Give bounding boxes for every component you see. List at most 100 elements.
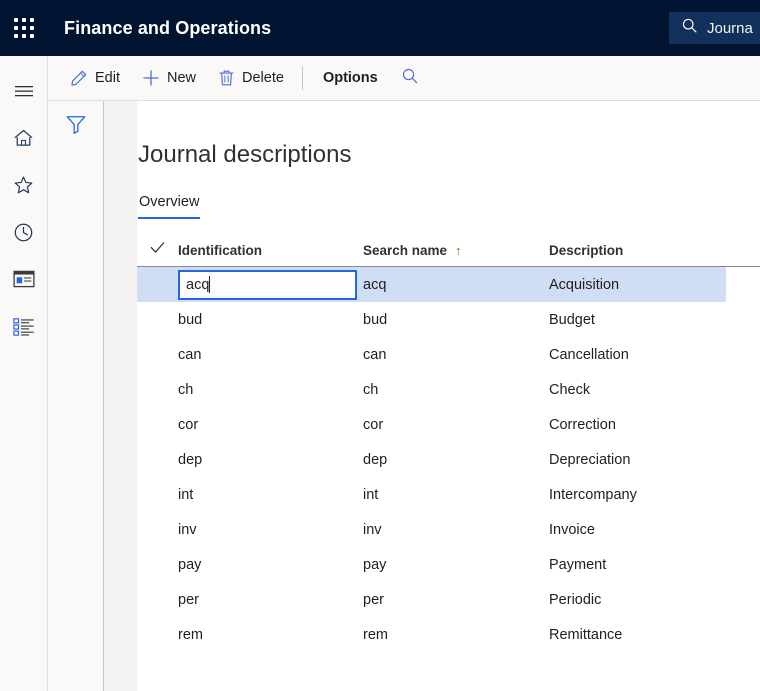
sidebar-item-recent[interactable] bbox=[0, 211, 47, 258]
table-row[interactable]: dep dep Depreciation bbox=[137, 442, 760, 477]
column-header-search-name-label: Search name bbox=[363, 242, 448, 258]
grid-header-row: Identification Search name ↑ Description bbox=[137, 234, 760, 267]
waffle-dot bbox=[30, 34, 34, 38]
plus-icon bbox=[142, 69, 160, 87]
page-content: Journal descriptions Overview Identifica… bbox=[104, 101, 760, 691]
options-button[interactable]: Options bbox=[313, 62, 388, 94]
search-name-cell[interactable]: bud bbox=[363, 312, 549, 328]
description-cell[interactable]: Invoice bbox=[549, 522, 760, 538]
modules-icon bbox=[12, 317, 35, 341]
column-header-identification[interactable]: Identification bbox=[178, 243, 363, 258]
table-row[interactable]: bud bud Budget bbox=[137, 302, 760, 337]
description-cell[interactable]: Intercompany bbox=[549, 487, 760, 503]
description-cell[interactable]: Remittance bbox=[549, 627, 760, 643]
description-cell[interactable]: Payment bbox=[549, 557, 760, 573]
new-button-label: New bbox=[167, 70, 197, 86]
search-name-cell[interactable]: dep bbox=[363, 452, 549, 468]
edit-button[interactable]: Edit bbox=[60, 62, 130, 94]
description-cell[interactable]: Depreciation bbox=[549, 452, 760, 468]
table-row[interactable]: rem rem Remittance bbox=[137, 617, 760, 652]
table-row[interactable]: inv inv Invoice bbox=[137, 512, 760, 547]
table-row[interactable]: ch ch Check bbox=[137, 372, 760, 407]
search-name-cell[interactable]: rem bbox=[363, 627, 549, 643]
waffle-dot bbox=[30, 18, 34, 22]
identification-cell[interactable]: rem bbox=[178, 627, 363, 643]
workspaces-icon bbox=[12, 270, 35, 293]
delete-button[interactable]: Delete bbox=[208, 62, 294, 94]
select-all-checkmark[interactable] bbox=[137, 241, 178, 259]
identification-cell[interactable]: bud bbox=[178, 312, 363, 328]
sidebar-item-menu[interactable] bbox=[0, 70, 47, 117]
table-row[interactable]: pay pay Payment bbox=[137, 547, 760, 582]
waffle-dot bbox=[14, 34, 18, 38]
clock-icon bbox=[13, 222, 34, 248]
identification-cell[interactable]: pay bbox=[178, 557, 363, 573]
description-cell[interactable]: Acquisition bbox=[549, 277, 726, 293]
global-search-value: Journa bbox=[707, 19, 753, 37]
identification-cell[interactable]: ch bbox=[178, 382, 363, 398]
column-header-description[interactable]: Description bbox=[549, 243, 760, 258]
identification-cell-editor[interactable]: acq bbox=[178, 269, 363, 300]
command-bar: Edit New Delete Options bbox=[48, 56, 760, 101]
search-name-cell[interactable]: ch bbox=[363, 382, 549, 398]
app-title[interactable]: Finance and Operations bbox=[64, 18, 271, 39]
filter-funnel-icon bbox=[65, 114, 87, 139]
description-cell[interactable]: Check bbox=[549, 382, 760, 398]
description-cell[interactable]: Periodic bbox=[549, 592, 760, 608]
search-name-cell[interactable]: cor bbox=[363, 417, 549, 433]
search-name-cell[interactable]: per bbox=[363, 592, 549, 608]
app-launcher-icon[interactable] bbox=[0, 0, 48, 56]
star-icon bbox=[13, 175, 34, 200]
sidebar-item-workspaces[interactable] bbox=[0, 258, 47, 305]
column-header-identification-label: Identification bbox=[178, 242, 262, 258]
waffle-dot bbox=[22, 18, 26, 22]
column-header-search-name[interactable]: Search name ↑ bbox=[363, 243, 549, 258]
content-left-gutter bbox=[104, 101, 137, 691]
global-search-input[interactable]: Journa bbox=[669, 12, 760, 44]
search-name-cell[interactable]: acq bbox=[363, 277, 549, 293]
pencil-icon bbox=[70, 69, 88, 87]
text-caret bbox=[209, 276, 211, 293]
description-cell[interactable]: Budget bbox=[549, 312, 760, 328]
identification-cell[interactable]: per bbox=[178, 592, 363, 608]
options-button-label: Options bbox=[322, 70, 378, 86]
home-icon bbox=[13, 128, 34, 153]
identification-input[interactable]: acq bbox=[178, 269, 357, 300]
description-cell[interactable]: Correction bbox=[549, 417, 760, 433]
search-name-cell[interactable]: inv bbox=[363, 522, 549, 538]
identification-cell[interactable]: cor bbox=[178, 417, 363, 433]
grid-search-button[interactable] bbox=[394, 62, 426, 94]
sidebar-item-favorites[interactable] bbox=[0, 164, 47, 211]
table-row[interactable]: can can Cancellation bbox=[137, 337, 760, 372]
table-row[interactable]: per per Periodic bbox=[137, 582, 760, 617]
search-name-cell[interactable]: int bbox=[363, 487, 549, 503]
left-navigation-rail bbox=[0, 56, 48, 691]
tab-overview[interactable]: Overview bbox=[138, 194, 201, 219]
application-window: Finance and Operations Journa Edit New D… bbox=[0, 0, 760, 691]
edit-button-label: Edit bbox=[95, 70, 120, 86]
table-row[interactable]: acq acq Acquisition bbox=[137, 267, 726, 302]
page-title: Journal descriptions bbox=[138, 141, 352, 168]
identification-cell[interactable]: can bbox=[178, 347, 363, 363]
identification-cell[interactable]: int bbox=[178, 487, 363, 503]
search-icon bbox=[681, 17, 698, 39]
search-icon bbox=[401, 67, 419, 90]
column-header-description-label: Description bbox=[549, 242, 624, 258]
new-button[interactable]: New bbox=[132, 62, 206, 94]
table-row[interactable]: cor cor Correction bbox=[137, 407, 760, 442]
identification-cell[interactable]: inv bbox=[178, 522, 363, 538]
command-bar-divider bbox=[301, 66, 303, 90]
delete-button-label: Delete bbox=[242, 70, 284, 86]
description-cell[interactable]: Cancellation bbox=[549, 347, 760, 363]
identification-input-value: acq bbox=[186, 276, 210, 293]
search-name-cell[interactable]: can bbox=[363, 347, 549, 363]
waffle-dot bbox=[30, 26, 34, 30]
sort-ascending-icon: ↑ bbox=[455, 242, 462, 258]
show-filters-button[interactable] bbox=[62, 112, 90, 140]
sidebar-item-home[interactable] bbox=[0, 117, 47, 164]
search-name-cell[interactable]: pay bbox=[363, 557, 549, 573]
sidebar-item-modules[interactable] bbox=[0, 305, 47, 352]
waffle-dot bbox=[14, 26, 18, 30]
table-row[interactable]: int int Intercompany bbox=[137, 477, 760, 512]
identification-cell[interactable]: dep bbox=[178, 452, 363, 468]
